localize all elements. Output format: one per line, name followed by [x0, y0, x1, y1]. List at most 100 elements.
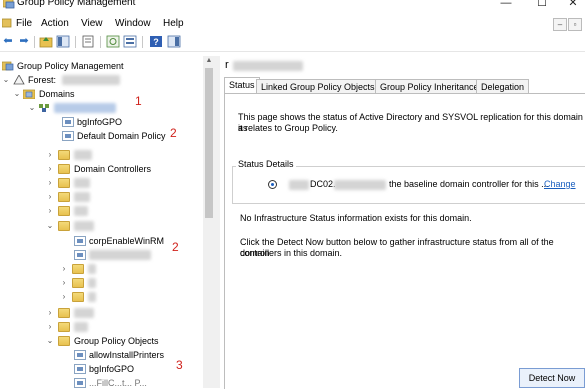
tree-item-label: Domains [39, 89, 75, 99]
detect-now-button[interactable]: Detect Now [519, 368, 585, 388]
chevron-right-icon[interactable]: › [60, 290, 68, 304]
status-intro-line-2: it relates to Group Policy. [238, 123, 338, 133]
gpm-root-icon [2, 61, 14, 71]
redacted-ou-name [74, 206, 88, 216]
export-list-icon[interactable] [123, 35, 137, 48]
help-icon[interactable]: ? [149, 35, 163, 48]
domain-icon [39, 104, 49, 112]
toolbar-separator [142, 36, 143, 48]
gpo-icon [74, 350, 86, 360]
no-infrastructure-status-text: No Infrastructure Status information exi… [240, 213, 472, 223]
tree-item-label: allowInstallPrinters [89, 350, 165, 360]
mmc-system-menu-icon[interactable] [2, 18, 12, 28]
close-button[interactable]: ✕ [563, 0, 583, 10]
menu-action[interactable]: Action [41, 18, 69, 29]
redacted-gpo-name [89, 250, 151, 260]
gpo-icon [74, 364, 86, 374]
domain-header: r [223, 57, 585, 74]
back-arrow-icon[interactable]: ⬅ [1, 35, 15, 48]
gpo-link-icon [62, 117, 74, 127]
tree-item-label: corpEnableWinRM [89, 236, 165, 246]
ou-folder-icon [58, 322, 70, 332]
gpo-link-icon [74, 236, 86, 246]
chevron-right-icon[interactable]: › [46, 190, 54, 204]
menu-file[interactable]: File [16, 18, 32, 29]
chevron-down-icon[interactable]: ⌄ [13, 87, 21, 101]
scroll-up-arrow-icon[interactable]: ▲ [205, 57, 213, 64]
maximize-button[interactable]: ☐ [532, 0, 552, 10]
annotation-mark: 1 [135, 94, 142, 108]
redacted-ou-name [74, 150, 92, 160]
domains-icon [23, 89, 35, 99]
tab-gp-inheritance[interactable]: Group Policy Inheritance [375, 79, 484, 94]
properties-icon[interactable] [81, 35, 95, 48]
menu-help[interactable]: Help [163, 18, 184, 29]
menu-window[interactable]: Window [115, 18, 151, 29]
ou-folder-icon [58, 150, 70, 160]
redacted-forest-name [62, 75, 120, 85]
redacted-ou-name [74, 178, 90, 188]
tab-delegation[interactable]: Delegation [476, 79, 530, 94]
toolbar-separator [34, 36, 35, 48]
redacted-ou-name [88, 278, 96, 288]
chevron-down-icon[interactable]: ⌄ [46, 334, 54, 348]
detect-instruction-line-2: controllers in this domain. [240, 248, 343, 258]
chevron-right-icon[interactable]: › [46, 176, 54, 190]
toolbar-separator [100, 36, 101, 48]
redacted-domain-name [54, 103, 116, 113]
refresh-icon[interactable] [106, 35, 120, 48]
chevron-down-icon[interactable]: ⌄ [46, 219, 54, 233]
show-hide-tree-icon[interactable] [56, 35, 70, 48]
chevron-right-icon[interactable]: › [60, 262, 68, 276]
redacted-dc-domain [334, 180, 386, 190]
ou-folder-icon [72, 264, 84, 274]
chevron-right-icon[interactable]: › [46, 148, 54, 162]
chevron-down-icon[interactable]: ⌄ [28, 101, 36, 115]
chevron-right-icon[interactable]: › [60, 276, 68, 290]
redacted-ou-name [88, 264, 96, 274]
gpm-app-icon [3, 0, 15, 9]
redacted-ou-name [74, 308, 94, 318]
chevron-right-icon[interactable]: › [46, 306, 54, 320]
ou-folder-icon [58, 221, 70, 231]
ou-folder-icon [58, 178, 70, 188]
annotation-mark: 2 [172, 240, 179, 254]
forest-icon [13, 75, 25, 85]
tree-item-label: bgInfoGPO [77, 117, 123, 127]
forward-arrow-icon[interactable]: ➡ [17, 35, 31, 48]
chevron-right-icon[interactable]: › [46, 320, 54, 334]
redacted-domain-name [233, 61, 303, 71]
change-baseline-link[interactable]: Change [544, 179, 576, 190]
console-icon[interactable] [167, 35, 181, 48]
menu-bar: File Action View Window Help – ▫ [0, 15, 585, 32]
tree-item-label: Group Policy Objects [74, 336, 159, 346]
svg-text:?: ? [153, 37, 159, 47]
ou-folder-icon [72, 292, 84, 302]
menu-view[interactable]: View [81, 18, 103, 29]
ou-folder-icon [72, 278, 84, 288]
child-minimize-button[interactable]: – [553, 18, 567, 31]
gpo-container-folder-icon [58, 336, 70, 346]
chevron-right-icon[interactable]: › [46, 162, 54, 176]
status-details-label: Status Details [236, 159, 296, 169]
minimize-button[interactable]: — [496, 0, 516, 10]
tree-item-label: Default Domain Policy [77, 131, 166, 141]
gpo-link-icon [62, 131, 74, 141]
baseline-dc-indicator-icon [268, 180, 277, 189]
folder-up-icon[interactable] [39, 35, 53, 48]
chevron-down-icon[interactable]: ⌄ [2, 73, 10, 87]
title-bar: Group Policy Management — ☐ ✕ [0, 0, 585, 14]
tree-scrollbar-thumb[interactable] [205, 68, 213, 218]
tree-item-label: Domain Controllers [74, 164, 152, 174]
tab-status[interactable]: Status [224, 77, 260, 94]
window-title: Group Policy Management [17, 0, 136, 8]
redacted-text [289, 180, 309, 190]
tree-item-label: ...FillC...t... P... [89, 378, 147, 388]
chevron-right-icon[interactable]: › [46, 204, 54, 218]
redacted-ou-name [74, 192, 90, 202]
tree-item-label: Forest: [28, 75, 57, 85]
child-restore-button[interactable]: ▫ [568, 18, 582, 31]
tab-linked-gpos[interactable]: Linked Group Policy Objects [256, 79, 380, 94]
tree-item-label: bgInfoGPO [89, 364, 135, 374]
domain-name-header: r [225, 59, 229, 71]
